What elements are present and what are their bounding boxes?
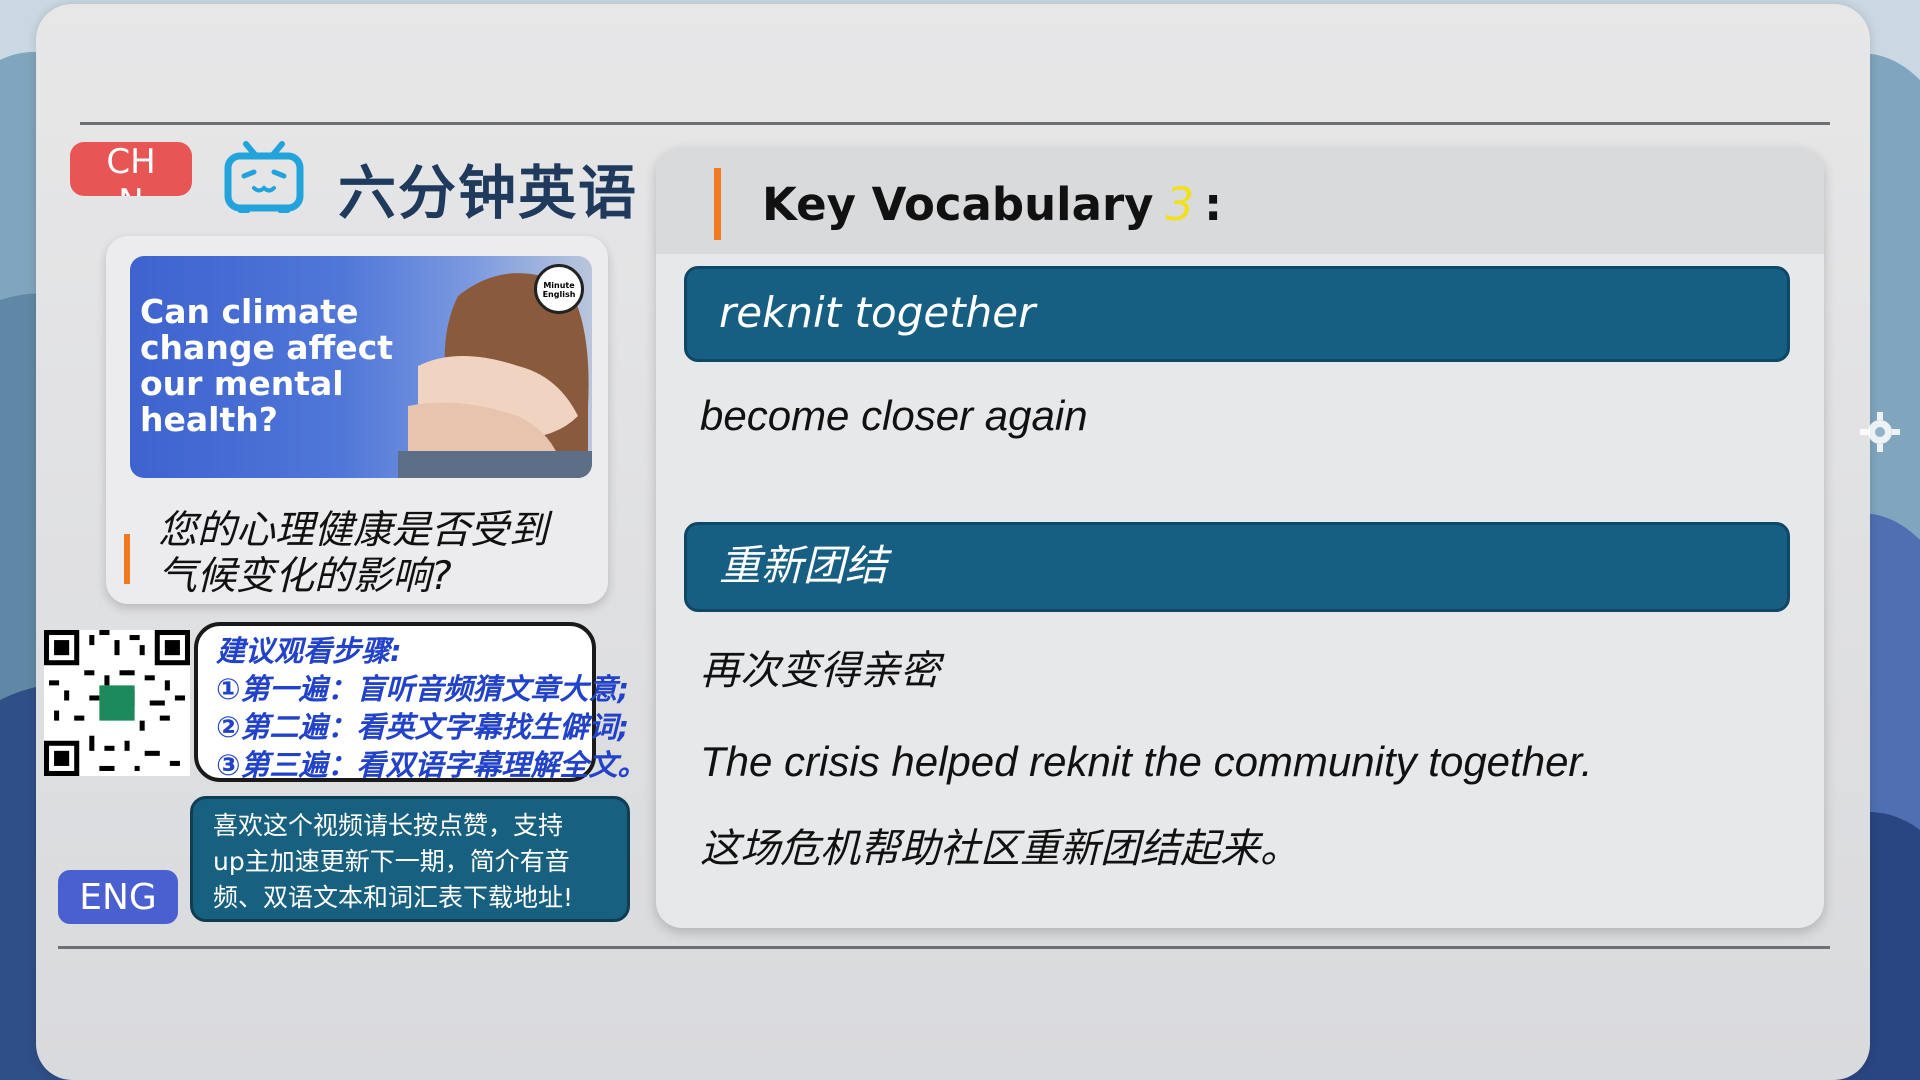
minute-english-logo: Minute English [534, 264, 584, 314]
gear-icon [1860, 412, 1900, 452]
vocabulary-colon: : [1204, 178, 1223, 231]
episode-thumbnail[interactable]: Can climate change affect our mental hea… [130, 256, 592, 478]
support-line: up主加速更新下一期，简介有音 [213, 847, 570, 876]
step-item: ②第二遍：看英文字幕找生僻词; [216, 710, 630, 744]
question-accent-bar [124, 534, 130, 584]
vocabulary-title-text: Key Vocabulary [762, 178, 1154, 231]
viewing-steps-box: 建议观看步骤: ①第一遍：盲听音频猜文章大意; ②第二遍：看英文字幕找生僻词; … [194, 622, 647, 782]
step-item: ①第一遍：盲听音频猜文章大意; [216, 672, 630, 706]
vocab-definition: become closer again [700, 392, 1088, 439]
vocab-example: The crisis helped reknit the community t… [700, 738, 1593, 785]
vocabulary-title: Key Vocabulary 3: [762, 178, 1222, 231]
thumbnail-title: Can climate change affect our mental hea… [140, 292, 394, 439]
support-message-box: 喜欢这个视频请长按点赞，支持 up主加速更新下一期，简介有音 频、双语文本和词汇… [190, 796, 630, 922]
support-line: 频、双语文本和词汇表下载地址! [213, 883, 574, 912]
vocab-example-chinese: 这场危机帮助社区重新团结起来。 [700, 827, 1300, 871]
chn-language-button[interactable]: CHN [70, 142, 192, 196]
vocabulary-accent-bar [714, 168, 721, 240]
top-divider [80, 122, 1830, 125]
qr-code [44, 630, 190, 776]
vocabulary-header: Key Vocabulary 3: [656, 148, 1824, 254]
question-chinese: 您的心理健康是否受到气候变化的影响? [158, 508, 549, 599]
vocab-term-bar: reknit together [684, 266, 1790, 362]
vocab-term-chinese-bar: 重新团结 [684, 522, 1790, 612]
bottom-divider [58, 946, 1830, 949]
bilibili-tv-icon [224, 141, 304, 213]
chn-badge-label: CHN [106, 142, 156, 196]
vocab-definition-chinese: 再次变得亲密 [700, 649, 940, 693]
brand-title: 六分钟英语 [338, 159, 639, 227]
step-item: ③第三遍：看双语字幕理解全文。 [216, 748, 647, 782]
steps-title: 建议观看步骤: [216, 634, 402, 668]
vocabulary-number: 3 [1165, 178, 1195, 231]
support-line: 喜欢这个视频请长按点赞，支持 [213, 811, 564, 840]
vocabulary-panel: Key Vocabulary 3: reknit together become … [656, 148, 1824, 928]
eng-language-button[interactable]: ENG [58, 870, 178, 924]
